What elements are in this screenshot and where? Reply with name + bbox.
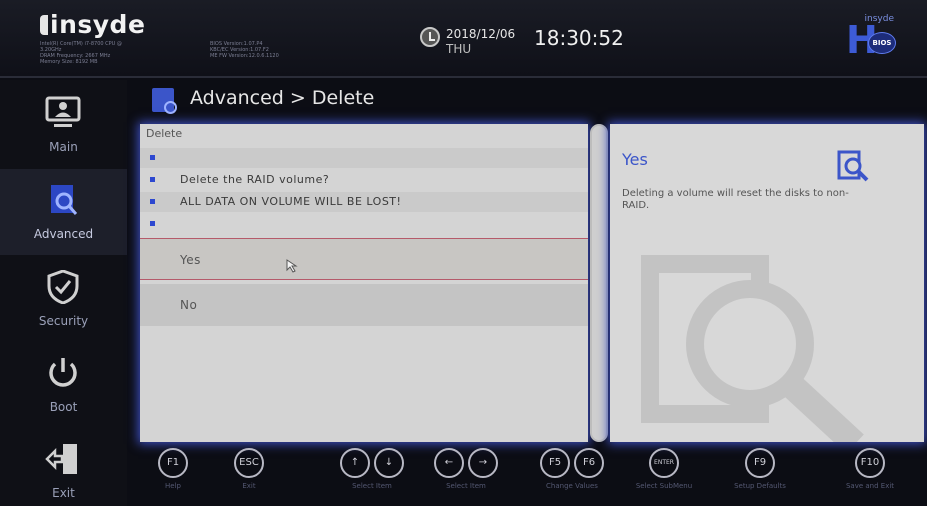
key-label: Select Item bbox=[446, 482, 486, 490]
list-item: Delete the RAID volume? bbox=[140, 170, 588, 190]
mouse-cursor-icon bbox=[286, 259, 298, 273]
sidebar-item-label: Advanced bbox=[33, 227, 94, 241]
key-label: Setup Defaults bbox=[734, 482, 786, 490]
f5-key-icon: F5 bbox=[540, 448, 570, 478]
key-label: Exit bbox=[242, 482, 256, 490]
bullet-icon bbox=[150, 155, 155, 160]
key-label: Select SubMenu bbox=[635, 482, 693, 490]
key-f9-defaults[interactable]: F9 Setup Defaults bbox=[720, 448, 800, 490]
key-label: Change Values bbox=[546, 482, 598, 490]
sidebar-item-exit[interactable]: Exit bbox=[0, 428, 127, 506]
advanced-doc-icon bbox=[51, 185, 78, 215]
sidebar-item-label: Security bbox=[38, 314, 89, 328]
sidebar-item-boot[interactable]: Boot bbox=[0, 342, 127, 428]
top-bar: insyde Intel(R) Core(TM) i7-8700 CPU @ 3… bbox=[0, 0, 927, 78]
arrow-down-icon: ↓ bbox=[374, 448, 404, 478]
list-item: ALL DATA ON VOLUME WILL BE LOST! bbox=[140, 192, 588, 212]
sidebar-item-label: Exit bbox=[52, 486, 75, 500]
key-help-bar: F1 Help ESC Exit ↑ ↓ Select Item ← → Selec… bbox=[136, 444, 927, 506]
sidebar-item-security[interactable]: Security bbox=[0, 256, 127, 342]
sidebar-item-main[interactable]: Main bbox=[0, 82, 127, 168]
option-no[interactable]: No bbox=[140, 284, 588, 326]
f6-key-icon: F6 bbox=[574, 448, 604, 478]
help-description: Deleting a volume will reset the disks t… bbox=[622, 188, 849, 211]
sidebar: Main Advanced Security Boot Exit bbox=[0, 80, 127, 506]
page-header: Advanced > Delete bbox=[136, 83, 927, 119]
key-f10-save-exit[interactable]: F10 Save and Exit bbox=[828, 448, 912, 490]
option-label: Yes bbox=[180, 253, 201, 267]
sidebar-item-label: Main bbox=[49, 140, 78, 154]
panel-title: Delete bbox=[146, 127, 183, 140]
esc-key-icon: ESC bbox=[234, 448, 264, 478]
key-label: Select Item bbox=[352, 482, 392, 490]
key-f5-f6-change[interactable]: F5 F6 Change Values bbox=[532, 448, 612, 490]
insyde-logo: insyde bbox=[40, 10, 145, 39]
key-label: Help bbox=[165, 482, 181, 490]
arrow-right-icon: → bbox=[468, 448, 498, 478]
bullet-icon bbox=[150, 177, 155, 182]
power-icon bbox=[49, 358, 77, 387]
help-title: Yes bbox=[622, 150, 648, 169]
arrow-left-icon: ← bbox=[434, 448, 464, 478]
advanced-doc-icon bbox=[837, 150, 869, 182]
list-item-text: ALL DATA ON VOLUME WILL BE LOST! bbox=[180, 195, 402, 208]
key-left-right-select[interactable]: ← → Select Item bbox=[426, 448, 506, 490]
clock-icon bbox=[420, 27, 440, 47]
exit-door-icon bbox=[45, 444, 77, 474]
breadcrumb: Advanced > Delete bbox=[190, 87, 375, 109]
bios-badge: BIOS bbox=[868, 32, 896, 54]
list-item bbox=[140, 214, 588, 234]
option-yes[interactable]: Yes bbox=[140, 238, 588, 280]
monitor-user-icon bbox=[45, 96, 81, 127]
key-up-down-select[interactable]: ↑ ↓ Select Item bbox=[332, 448, 412, 490]
f1-key-icon: F1 bbox=[158, 448, 188, 478]
date-display: 2018/12/06 bbox=[446, 27, 516, 41]
f9-key-icon: F9 bbox=[745, 448, 775, 478]
me-fw-version: ME FW Version:12.0.6.1120 bbox=[210, 53, 279, 59]
key-enter-submenu[interactable]: ENTER Select SubMenu bbox=[624, 448, 704, 490]
advanced-watermark-icon bbox=[641, 255, 864, 442]
system-info-versions: BIOS Version:1.07.P4 KBC/EC Version:1.07… bbox=[210, 41, 360, 59]
key-label: Save and Exit bbox=[845, 482, 895, 490]
system-info-cpu-memory: Intel(R) Core(TM) i7-8700 CPU @ 3.20GHz … bbox=[40, 41, 200, 65]
bullet-icon bbox=[150, 199, 155, 204]
logo-text: insyde bbox=[50, 10, 146, 39]
list-item bbox=[140, 148, 588, 168]
delete-options-panel: Delete Delete the RAID volume? ALL DATA … bbox=[140, 124, 588, 442]
shield-check-icon bbox=[47, 270, 79, 304]
key-f1-help[interactable]: F1 Help bbox=[150, 448, 196, 490]
list-item-text: Delete the RAID volume? bbox=[180, 173, 330, 186]
sidebar-item-advanced[interactable]: Advanced bbox=[0, 169, 127, 255]
option-label: No bbox=[180, 298, 198, 312]
memory-size: Memory Size: 8192 MB bbox=[40, 59, 98, 65]
arrow-up-icon: ↑ bbox=[340, 448, 370, 478]
help-panel: Yes Deleting a volume will reset the dis… bbox=[610, 124, 924, 442]
enter-key-icon: ENTER bbox=[649, 448, 679, 478]
bullet-icon bbox=[150, 221, 155, 226]
sidebar-item-label: Boot bbox=[49, 400, 78, 414]
time-display: 18:30:52 bbox=[534, 26, 624, 50]
key-esc-exit[interactable]: ESC Exit bbox=[226, 448, 272, 490]
f10-key-icon: F10 bbox=[855, 448, 885, 478]
h2o-bios-logo: insyde H BIOS bbox=[846, 14, 896, 62]
advanced-page-icon bbox=[152, 88, 177, 114]
weekday-display: THU bbox=[446, 42, 472, 56]
scrollbar[interactable] bbox=[590, 124, 608, 442]
